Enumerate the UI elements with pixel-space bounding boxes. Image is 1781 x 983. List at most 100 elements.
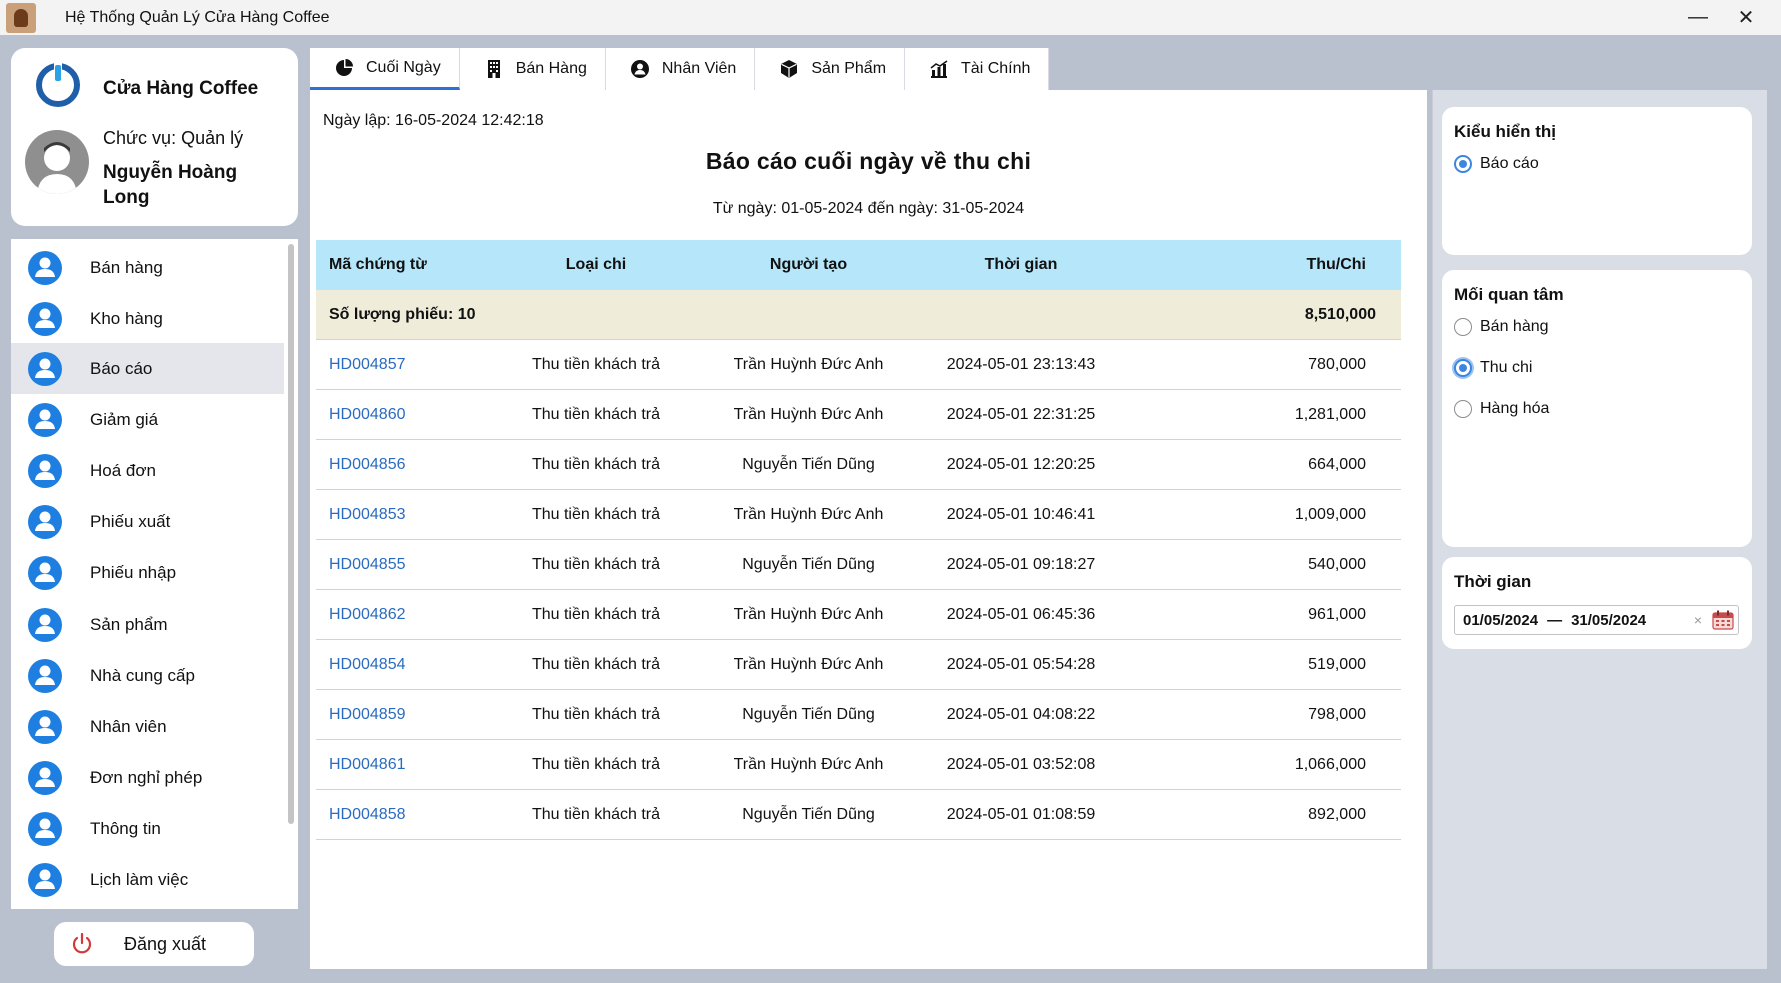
interest-title: Mối quan tâm <box>1454 285 1564 304</box>
title-bar: Hệ Thống Quản Lý Cửa Hàng Coffee — ✕ <box>0 0 1781 35</box>
sidebar-item-san-pham[interactable]: Sản phẩm <box>11 599 284 650</box>
table-row[interactable]: HD004862 Thu tiền khách trả Trần Huỳnh Đ… <box>316 590 1401 640</box>
radio-ban-hang[interactable]: Bán hàng <box>1454 318 1549 336</box>
document-code-link[interactable]: HD004853 <box>316 506 501 524</box>
amount: 519,000 <box>1308 655 1366 673</box>
tab-label: Cuối Ngày <box>366 58 441 76</box>
table-row[interactable]: HD004854 Thu tiền khách trả Trần Huỳnh Đ… <box>316 640 1401 690</box>
creator: Nguyễn Tiến Dũng <box>742 705 875 723</box>
sidebar-item-label: Hoá đơn <box>90 460 156 480</box>
sidebar-nav: Bán hàng Kho hàng Báo cáo Giảm giá Hoá đ… <box>11 239 298 909</box>
creator: Trần Huỳnh Đức Anh <box>733 355 884 373</box>
table-row[interactable]: HD004855 Thu tiền khách trả Nguyễn Tiến … <box>316 540 1401 590</box>
sidebar-item-nhan-vien[interactable]: Nhân viên <box>11 701 284 752</box>
created-date: Ngày lập: 16-05-2024 12:42:18 <box>323 112 544 129</box>
document-code-link[interactable]: HD004857 <box>316 356 501 374</box>
sidebar-scrollbar[interactable] <box>288 244 294 824</box>
expense-type: Thu tiền khách trả <box>531 505 661 523</box>
radio-thu-chi[interactable]: Thu chi <box>1454 359 1532 377</box>
column-header[interactable]: Thời gian <box>926 256 1116 274</box>
expense-type: Thu tiền khách trả <box>531 355 661 373</box>
column-header[interactable]: Loại chi <box>501 256 691 274</box>
tab-nhan-vien[interactable]: Nhân Viên <box>605 48 756 90</box>
time: 2024-05-01 22:31:25 <box>946 405 1096 423</box>
report-table: Mã chứng từ Loại chi Người tạo Thời gian… <box>316 240 1401 840</box>
sidebar-item-thong-tin[interactable]: Thông tin <box>11 803 284 854</box>
table-row[interactable]: HD004861 Thu tiền khách trả Trần Huỳnh Đ… <box>316 740 1401 790</box>
document-code-link[interactable]: HD004856 <box>316 456 501 474</box>
radio-icon[interactable] <box>1454 318 1472 336</box>
sidebar-item-label: Đơn nghỉ phép <box>90 767 203 787</box>
sidebar-item-giam-gia[interactable]: Giảm giá <box>11 394 284 445</box>
report-date-range: Từ ngày: 01-05-2024 đến ngày: 31-05-2024 <box>712 200 1025 217</box>
user-role: Chức vụ: Quản lý <box>103 128 244 148</box>
document-code-link[interactable]: HD004860 <box>316 406 501 424</box>
sidebar-item-label: Giảm giá <box>90 409 159 429</box>
date-range-input[interactable]: 01/05/2024 — 31/05/2024 × <box>1454 605 1739 635</box>
sidebar-item-phieu-nhap[interactable]: Phiếu nhập <box>11 547 284 598</box>
sidebar-item-label: Thông tin <box>90 818 161 838</box>
tab-san-pham[interactable]: Sản Phẩm <box>755 48 906 90</box>
user-name: Nguyễn Hoàng Long <box>103 162 238 208</box>
document-code-link[interactable]: HD004861 <box>316 756 501 774</box>
sidebar-item-hoa-don[interactable]: Hoá đơn <box>11 445 284 496</box>
close-button[interactable]: ✕ <box>1723 0 1769 35</box>
document-code-link[interactable]: HD004862 <box>316 606 501 624</box>
expense-type: Thu tiền khách trả <box>531 405 661 423</box>
pie-chart-icon <box>336 58 353 76</box>
time: 2024-05-01 12:20:25 <box>946 455 1096 473</box>
tab-label: Nhân Viên <box>661 60 737 77</box>
calendar-icon[interactable] <box>1712 610 1734 630</box>
document-code-link[interactable]: HD004855 <box>316 556 501 574</box>
radio-label: Thu chi <box>1480 359 1533 376</box>
power-icon <box>72 932 92 954</box>
tab-ban-hang[interactable]: Bán Hàng <box>459 48 606 90</box>
building-icon <box>487 60 500 78</box>
avatar <box>25 130 89 194</box>
table-row[interactable]: HD004860 Thu tiền khách trả Trần Huỳnh Đ… <box>316 390 1401 440</box>
summary-row: Số lượng phiếu: 10 8,510,000 <box>316 290 1401 340</box>
column-header[interactable]: Người tạo <box>691 256 926 274</box>
date-to[interactable]: 31/05/2024 <box>1571 612 1646 629</box>
table-row[interactable]: HD004853 Thu tiền khách trả Trần Huỳnh Đ… <box>316 490 1401 540</box>
amount: 1,281,000 <box>1294 405 1366 423</box>
logout-button[interactable]: Đăng xuất <box>54 922 254 966</box>
table-row[interactable]: HD004857 Thu tiền khách trả Trần Huỳnh Đ… <box>316 340 1401 390</box>
sidebar-item-ban-hang[interactable]: Bán hàng <box>11 242 284 293</box>
time: 2024-05-01 04:08:22 <box>946 705 1096 723</box>
expense-type: Thu tiền khách trả <box>531 555 661 573</box>
amount: 780,000 <box>1308 355 1366 373</box>
sidebar-item-label: Sản phẩm <box>90 614 168 634</box>
clear-icon[interactable]: × <box>1694 612 1702 628</box>
radio-bao-cao[interactable]: Báo cáo <box>1454 155 1539 173</box>
column-header[interactable]: Mã chứng từ <box>316 256 501 274</box>
column-header[interactable]: Thu/Chi <box>1116 256 1366 274</box>
sidebar-item-bao-cao[interactable]: Báo cáo <box>11 343 284 394</box>
table-row[interactable]: HD004856 Thu tiền khách trả Nguyễn Tiến … <box>316 440 1401 490</box>
interest-card: Mối quan tâm Bán hàng Thu chi Hàng hóa <box>1442 270 1752 547</box>
sidebar-item-lich-lam-viec[interactable]: Lịch làm việc <box>11 854 284 905</box>
document-code-link[interactable]: HD004858 <box>316 806 501 824</box>
creator: Nguyễn Tiến Dũng <box>742 555 875 573</box>
sidebar-item-nha-cung-cap[interactable]: Nhà cung cấp <box>11 650 284 701</box>
amount: 664,000 <box>1308 455 1366 473</box>
table-row[interactable]: HD004858 Thu tiền khách trả Nguyễn Tiến … <box>316 790 1401 840</box>
date-from[interactable]: 01/05/2024 <box>1463 612 1538 629</box>
time: 2024-05-01 06:45:36 <box>946 605 1096 623</box>
radio-checked-icon[interactable] <box>1454 359 1472 377</box>
document-code-link[interactable]: HD004859 <box>316 706 501 724</box>
sidebar-item-don-nghi-phep[interactable]: Đơn nghỉ phép <box>11 752 284 803</box>
sidebar-item-kho-hang[interactable]: Kho hàng <box>11 293 284 344</box>
document-code-link[interactable]: HD004854 <box>316 656 501 674</box>
expense-type: Thu tiền khách trả <box>531 755 661 773</box>
radio-checked-icon[interactable] <box>1454 155 1472 173</box>
table-row[interactable]: HD004859 Thu tiền khách trả Nguyễn Tiến … <box>316 690 1401 740</box>
radio-hang-hoa[interactable]: Hàng hóa <box>1454 400 1549 418</box>
creator: Trần Huỳnh Đức Anh <box>733 605 884 623</box>
minimize-button[interactable]: — <box>1675 0 1721 35</box>
tab-cuoi-ngay[interactable]: Cuối Ngày <box>310 48 460 90</box>
tab-tai-chinh[interactable]: Tài Chính <box>905 48 1050 90</box>
sidebar-item-phieu-xuat[interactable]: Phiếu xuất <box>11 496 284 547</box>
radio-icon[interactable] <box>1454 400 1472 418</box>
amount: 1,066,000 <box>1294 755 1366 773</box>
